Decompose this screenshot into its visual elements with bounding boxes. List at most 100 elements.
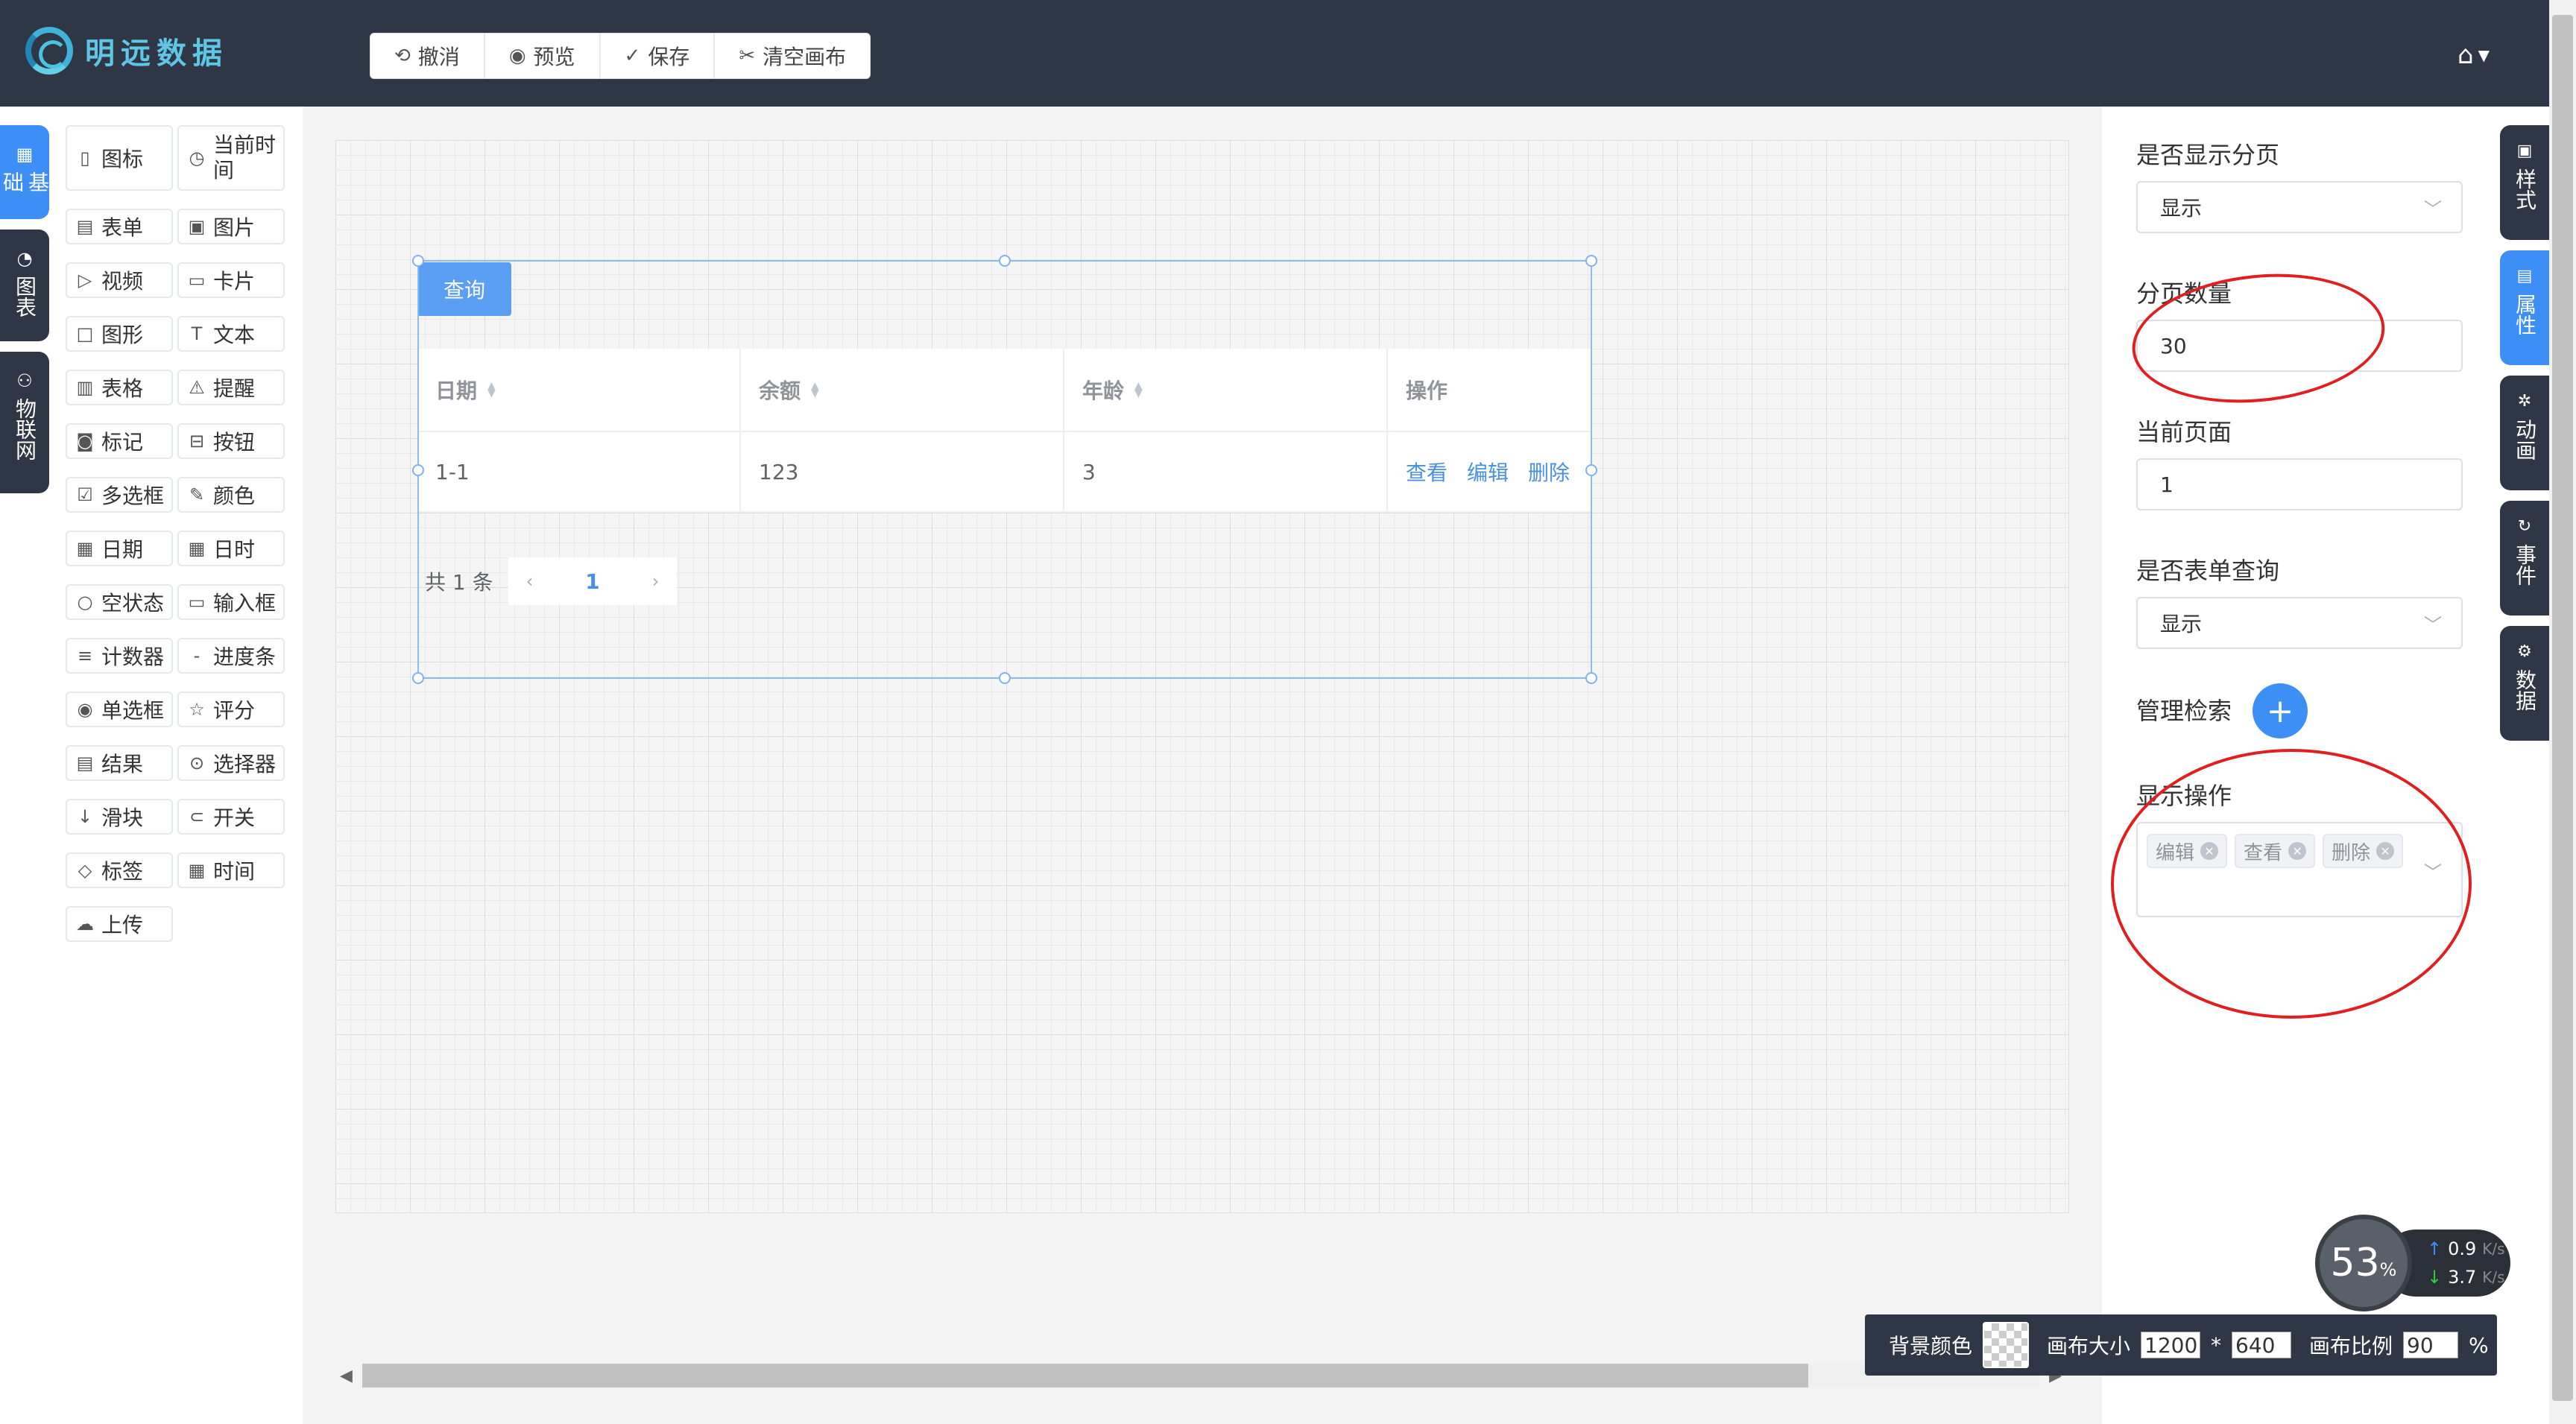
component-label: 结果: [101, 752, 144, 776]
tab-events[interactable]: ↻ 事件: [2500, 501, 2549, 616]
component-item[interactable]: ▥ 表格: [66, 370, 173, 405]
component-icon: ⊟: [189, 431, 205, 452]
component-icon: ◉: [77, 699, 93, 720]
component-icon: ☆: [189, 699, 205, 720]
component-item[interactable]: ⊂ 开关: [177, 799, 285, 835]
component-item[interactable]: ◷ 当前时间: [177, 125, 285, 191]
scroll-thumb[interactable]: [362, 1364, 1808, 1387]
component-item[interactable]: ☁ 上传: [66, 906, 173, 942]
component-item[interactable]: ⚠ 提醒: [177, 370, 285, 405]
tab-properties[interactable]: ▤ 属性: [2500, 250, 2549, 365]
cpu-value: 53: [2330, 1241, 2380, 1285]
resize-handle[interactable]: [412, 672, 424, 684]
component-icon: ▭: [188, 270, 206, 291]
tab-basic-label: 基础: [0, 171, 50, 192]
component-label: 表格: [101, 376, 144, 401]
undo-button[interactable]: ⟲ 撤消: [370, 34, 485, 78]
component-item[interactable]: ▤ 表单: [66, 209, 173, 244]
component-icon: ☁: [76, 914, 94, 934]
component-label: 按钮: [213, 430, 256, 455]
component-item[interactable]: □ 图形: [66, 316, 173, 352]
component-item[interactable]: ▯ 图标: [66, 125, 173, 191]
component-icon: ▷: [78, 270, 92, 291]
component-icon: ◇: [78, 860, 92, 881]
form-query-label: 是否表单查询: [2136, 557, 2280, 585]
component-label: 图标: [101, 147, 144, 171]
network-icon: ⚇: [16, 370, 33, 391]
component-item[interactable]: ⊙ 选择器: [177, 745, 285, 781]
component-item[interactable]: ▦ 时间: [177, 852, 285, 888]
component-item[interactable]: ◇ 标签: [66, 852, 173, 888]
pie-chart-icon: ◔: [16, 248, 33, 269]
manage-search-label: 管理检索: [2136, 697, 2232, 725]
component-item[interactable]: ▭ 卡片: [177, 262, 285, 298]
component-item[interactable]: ▤ 结果: [66, 745, 173, 781]
component-icon: ⚠: [189, 377, 205, 398]
component-item[interactable]: ≡ 计数器: [66, 638, 173, 674]
show-pagination-select[interactable]: 显示 ﹀: [2136, 181, 2463, 233]
tab-iot[interactable]: ⚇ 物联网: [0, 352, 49, 493]
resize-handle[interactable]: [412, 255, 424, 267]
home-menu[interactable]: ⌂ ▼: [2457, 40, 2490, 70]
resize-handle[interactable]: [999, 672, 1011, 684]
clear-canvas-button[interactable]: ✂ 清空画布: [715, 34, 870, 78]
animation-icon: ✲: [2517, 392, 2532, 411]
scroll-left-icon[interactable]: ◀: [340, 1367, 353, 1385]
horizontal-scrollbar[interactable]: ◀ ▶: [340, 1364, 2062, 1387]
save-icon: ✓: [624, 45, 641, 67]
tab-style[interactable]: ▣ 样式: [2500, 125, 2549, 240]
upload-unit: K/s: [2482, 1240, 2505, 1258]
show-pagination-value: 显示: [2160, 196, 2203, 221]
component-item[interactable]: ○ 空状态: [66, 584, 173, 620]
canvas-ratio-input[interactable]: 90: [2403, 1332, 2459, 1358]
tab-animation[interactable]: ✲ 动画: [2500, 376, 2549, 490]
tab-charts[interactable]: ◔ 图表: [0, 230, 49, 341]
component-item[interactable]: T 文本: [177, 316, 285, 352]
add-search-button[interactable]: +: [2253, 683, 2308, 738]
component-icon: □: [76, 323, 94, 344]
cpu-gauge[interactable]: 53 %: [2315, 1215, 2412, 1311]
bg-color-picker[interactable]: [1983, 1322, 2030, 1368]
component-label: 标记: [101, 430, 144, 455]
canvas-height-input[interactable]: 640: [2232, 1332, 2292, 1358]
selection-frame[interactable]: [412, 255, 1597, 684]
resize-handle[interactable]: [1585, 672, 1597, 684]
component-item[interactable]: ◉ 单选框: [66, 692, 173, 727]
component-icon: ⊂: [189, 806, 205, 827]
component-icon: ☑: [77, 484, 93, 505]
vertical-scrollbar[interactable]: [2549, 0, 2576, 1424]
component-item[interactable]: ↓ 滑块: [66, 799, 173, 835]
tab-basic[interactable]: ▦ 基础: [0, 125, 50, 219]
resize-handle[interactable]: [1585, 464, 1597, 476]
component-item[interactable]: ☑ 多选框: [66, 477, 173, 513]
resize-handle[interactable]: [412, 464, 424, 476]
annotation-circle: [2111, 749, 2472, 1019]
current-page-input[interactable]: 1: [2136, 458, 2463, 510]
resize-handle[interactable]: [999, 255, 1011, 267]
save-button[interactable]: ✓ 保存: [601, 34, 716, 78]
canvas-ratio-label: 画布比例: [2309, 1334, 2393, 1358]
scroll-thumb[interactable]: [2552, 15, 2573, 1401]
resize-handle[interactable]: [1585, 255, 1597, 267]
preview-button[interactable]: ◉ 预览: [485, 34, 601, 78]
chevron-down-icon: ﹀: [2424, 198, 2442, 220]
percent-sign: %: [2469, 1332, 2489, 1358]
form-query-select[interactable]: 显示 ﹀: [2136, 597, 2463, 649]
canvas-size-label: 画布大小: [2047, 1334, 2131, 1358]
component-item[interactable]: ▷ 视频: [66, 262, 173, 298]
canvas-width-input[interactable]: 1200: [2141, 1332, 2201, 1358]
download-unit: K/s: [2482, 1268, 2505, 1286]
component-item[interactable]: ✎ 颜色: [177, 477, 285, 513]
component-item[interactable]: ▭ 输入框: [177, 584, 285, 620]
component-label: 日期: [101, 537, 144, 562]
component-item[interactable]: ▣ 图片: [177, 209, 285, 244]
component-item[interactable]: ⊟ 按钮: [177, 423, 285, 459]
component-item[interactable]: ▦ 日时: [177, 531, 285, 566]
component-item[interactable]: ◙ 标记: [66, 423, 173, 459]
tab-data[interactable]: ⚙ 数据: [2500, 626, 2549, 741]
component-item[interactable]: ▦ 日期: [66, 531, 173, 566]
component-icon: ✎: [189, 484, 205, 505]
component-item[interactable]: - 进度条: [177, 638, 285, 674]
component-item[interactable]: ☆ 评分: [177, 692, 285, 727]
arrow-up-icon: ↑: [2427, 1238, 2443, 1259]
